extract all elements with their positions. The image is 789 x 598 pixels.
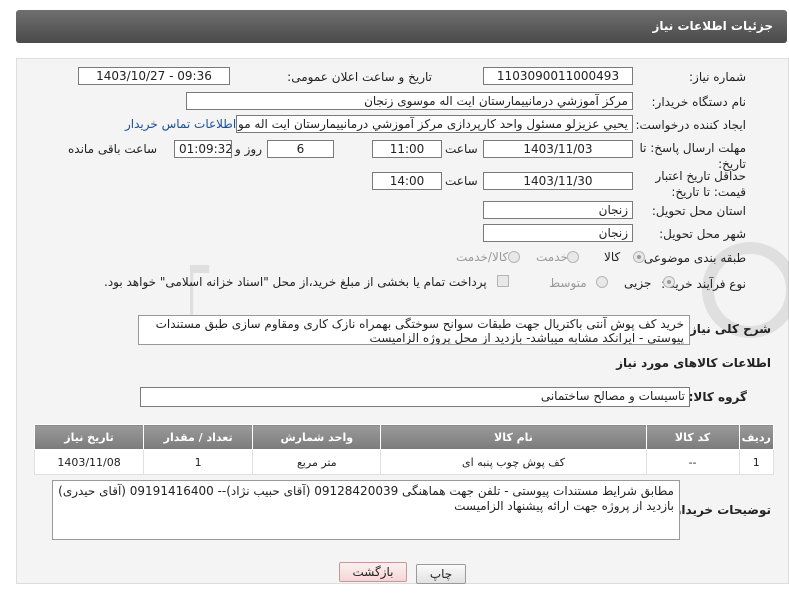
announce-field: 1403/10/27 - 09:36	[78, 67, 230, 85]
goods-table-header: ردیف کد کالا نام کالا واحد شمارش تعداد /…	[33, 424, 775, 450]
col-quantity: تعداد / مقدار	[143, 424, 254, 450]
goods-table: ردیف کد کالا نام کالا واحد شمارش تعداد /…	[33, 424, 775, 475]
cell-need-date: 1403/11/08	[33, 449, 145, 475]
category-service-label: خدمت	[536, 250, 568, 264]
treasury-payment-checkbox[interactable]	[497, 275, 509, 287]
category-both-label: کالا/خدمت	[456, 250, 509, 264]
remaining-time-field: 01:09:32	[174, 140, 232, 158]
process-minor-radio[interactable]	[663, 276, 675, 288]
buyer-notes-line2: بازدید از پروژه جهت ارائه پیشنهاد الزامی…	[454, 499, 674, 513]
col-need-date: تاریخ نیاز	[33, 424, 145, 450]
validity-label: حداقل تاریخ اعتبار قیمت: تا تاریخ:	[655, 169, 746, 199]
buyer-notes-field: مطابق شرایط مستندات پیوستی - تلفن جهت هم…	[52, 480, 680, 540]
need-number-field: 1103090011000493	[483, 67, 633, 85]
category-goods-radio[interactable]	[633, 251, 645, 263]
col-unit: واحد شمارش	[252, 424, 382, 450]
process-minor-label: جزیی	[624, 276, 652, 290]
need-number-label: شماره نیاز:	[689, 70, 746, 84]
process-medium-radio[interactable]	[596, 276, 608, 288]
description-field: خرید کف پوش آنتی باکتریال جهت طبقات سوان…	[138, 315, 690, 345]
back-button[interactable]: بازگشت	[339, 562, 407, 582]
category-label: طبقه بندی موضوعی:	[639, 251, 746, 265]
category-both-radio[interactable]	[508, 251, 520, 263]
cell-quantity: 1	[143, 449, 254, 475]
province-field: زنجان	[483, 201, 633, 219]
announce-label: تاریخ و ساعت اعلان عمومی:	[287, 70, 432, 84]
cell-row: 1	[738, 449, 775, 475]
deadline-date-field: 1403/11/03	[483, 140, 633, 158]
print-button[interactable]: چاپ	[416, 564, 466, 584]
city-label: شهر محل تحویل:	[659, 227, 746, 241]
remaining-label: ساعت باقی مانده	[68, 142, 158, 156]
requester-field: يحيي عزيزلو مسئول واحد کارپردازی مرکز آم…	[236, 115, 633, 133]
category-goods-label: کالا	[604, 250, 621, 264]
page-header: جزئیات اطلاعات نیاز	[16, 10, 787, 43]
deadline-time-field: 11:00	[372, 140, 442, 158]
process-medium-label: متوسط	[549, 276, 587, 290]
cell-code: --	[645, 449, 740, 475]
buyer-notes-label: توضیحات خریدار:	[669, 503, 771, 517]
table-row: 1 -- کف پوش چوب پنبه ای متر مربع 1 1403/…	[33, 449, 775, 475]
goods-group-field: تاسیسات و مصالح ساختمانی	[140, 387, 690, 407]
deadline-time-label: ساعت	[445, 142, 478, 156]
goods-group-label: گروه کالا:	[688, 390, 747, 404]
goods-section-title: اطلاعات کالاهای مورد نیاز	[616, 356, 771, 370]
city-field: زنجان	[483, 224, 633, 242]
page-title: جزئیات اطلاعات نیاز	[652, 19, 773, 33]
cell-name: کف پوش چوب پنبه ای	[380, 449, 647, 475]
days-label: روز و	[235, 142, 262, 156]
description-label: شرح کلی نیاز:	[685, 322, 771, 336]
col-row: ردیف	[738, 424, 775, 450]
cell-unit: متر مربع	[252, 449, 382, 475]
col-code: کد کالا	[645, 424, 740, 450]
validity-date-field: 1403/11/30	[483, 172, 633, 190]
province-label: استان محل تحویل:	[651, 204, 746, 218]
buyer-contact-link[interactable]: اطلاعات تماس خریدار	[125, 117, 236, 131]
payment-note: پرداخت تمام یا بخشی از مبلغ خرید،از محل …	[104, 275, 487, 289]
buyer-notes-line1: مطابق شرایط مستندات پیوستی - تلفن جهت هم…	[58, 484, 674, 498]
category-service-radio[interactable]	[567, 251, 579, 263]
col-name: نام کالا	[380, 424, 647, 450]
buyer-org-field: مرکز آموزشي درمانييمارستان ايت اله موسوی…	[186, 92, 633, 110]
validity-time-field: 14:00	[372, 172, 442, 190]
requester-label: ایجاد کننده درخواست:	[635, 118, 746, 132]
validity-time-label: ساعت	[445, 174, 478, 188]
buyer-org-label: نام دستگاه خریدار:	[651, 95, 747, 109]
days-field: 6	[267, 140, 334, 158]
